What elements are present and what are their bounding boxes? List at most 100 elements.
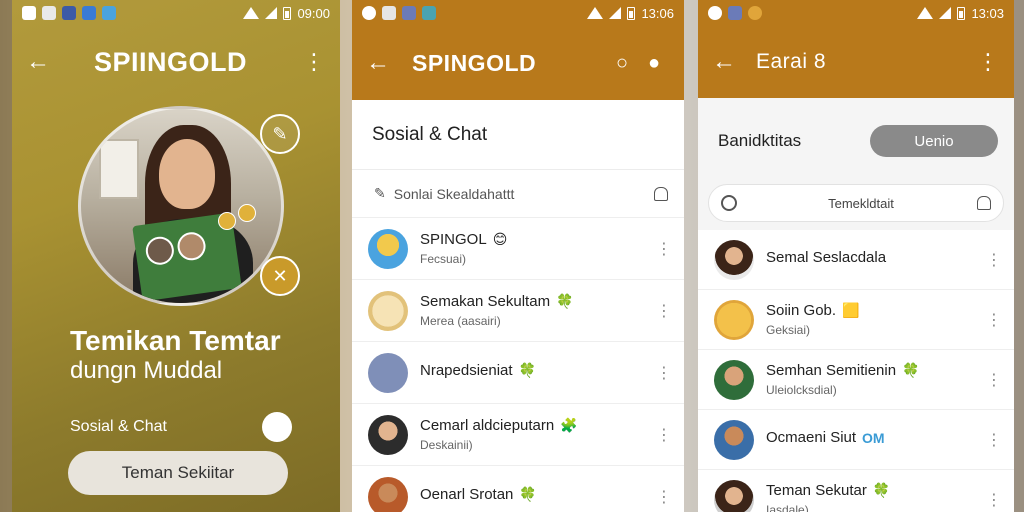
notification-icon bbox=[728, 6, 742, 20]
status-bar: 13:03 bbox=[698, 0, 1014, 26]
bell-icon[interactable] bbox=[654, 186, 668, 201]
search-bar[interactable]: Temekldtait bbox=[708, 184, 1004, 222]
name-text: Ocmaeni Siut bbox=[766, 429, 857, 446]
status-icons-left bbox=[708, 6, 762, 20]
headline: Temikan Temtar dungn Muddal bbox=[70, 326, 281, 386]
avatar bbox=[714, 419, 754, 460]
list-item-text: Semal Seslacdala bbox=[766, 249, 986, 270]
search-row[interactable]: ✎ Sonlai Skealdahattt bbox=[352, 170, 684, 218]
name-text: Semakan Sekultam bbox=[420, 293, 551, 310]
more-vert-icon[interactable]: ⋮ bbox=[986, 310, 1002, 330]
list-item-sub: Deskainii) bbox=[420, 438, 473, 452]
list-item-name: Oenarl Srotan 🍀 bbox=[420, 486, 656, 503]
name-text: Cemarl aldcieputarn bbox=[420, 417, 555, 434]
chat-list: SPINGOL 😊 Fecsuai) ⋮ Semakan Sekultam 🍀 Me… bbox=[352, 218, 684, 512]
social-chat-toggle[interactable] bbox=[262, 412, 292, 442]
more-vert-icon[interactable]: ⋮ bbox=[656, 239, 672, 259]
more-vert-icon[interactable]: ⋮ bbox=[986, 430, 1002, 450]
emoji-badge: 🍀 bbox=[518, 362, 536, 378]
back-arrow-icon[interactable]: ← bbox=[26, 48, 62, 76]
more-vert-icon[interactable]: ⋮ bbox=[656, 301, 672, 321]
section-title: Sosial & Chat bbox=[352, 100, 684, 170]
back-arrow-icon[interactable]: ← bbox=[366, 49, 402, 77]
list-item[interactable]: Cemarl aldcieputarn 🧩 Deskainii) ⋮ bbox=[352, 404, 684, 466]
list-item-name: Nrapedsieniat 🍀 bbox=[420, 362, 656, 379]
emoji-badge: 😊 bbox=[492, 231, 508, 247]
more-vert-icon[interactable]: ⋮ bbox=[656, 487, 672, 507]
app-bar: ← SPINGOLD ○ ● bbox=[352, 26, 684, 100]
filter-label: Banidktitas bbox=[718, 131, 802, 150]
avatar bbox=[368, 290, 408, 331]
more-vert-icon[interactable]: ⋮ bbox=[656, 363, 672, 383]
profile-icon[interactable]: ● bbox=[638, 52, 670, 75]
list-item[interactable]: Soiin Gob. 🟨 Geksiai) ⋮ bbox=[698, 290, 1014, 350]
more-vert-icon[interactable]: ⋮ bbox=[986, 250, 1002, 270]
list-item-text: Semhan Semitienin 🍀 Uleiolcksdial) bbox=[766, 362, 986, 397]
notification-icon bbox=[362, 6, 376, 20]
back-arrow-icon[interactable]: ← bbox=[712, 48, 748, 76]
list-item-name: Semhan Semitienin 🍀 bbox=[766, 362, 986, 379]
wifi-icon bbox=[243, 7, 260, 19]
avatar bbox=[714, 299, 754, 340]
emoji-badge: 🍀 bbox=[902, 362, 920, 378]
filter-button[interactable]: Uenio bbox=[870, 125, 998, 157]
list-item[interactable]: Nrapedsieniat 🍀 ⋮ bbox=[352, 342, 684, 404]
avatar bbox=[714, 239, 754, 280]
wifi-icon bbox=[917, 7, 934, 19]
list-item[interactable]: SPINGOL 😊 Fecsuai) ⋮ bbox=[352, 218, 684, 280]
list-item-text: Oenarl Srotan 🍀 bbox=[420, 486, 656, 507]
signal-icon bbox=[265, 7, 278, 19]
app-title: Earai 8 bbox=[756, 50, 827, 73]
status-time: 13:03 bbox=[971, 5, 1004, 21]
list-item[interactable]: Semakan Sekultam 🍀 Merea (aasairi) ⋮ bbox=[352, 280, 684, 342]
edit-icon[interactable]: ✎ bbox=[260, 114, 300, 154]
hanger-icon[interactable]: ✕ bbox=[260, 256, 300, 296]
wifi-icon bbox=[587, 7, 604, 19]
list-item[interactable]: Ocmaeni Siut OM ⋮ bbox=[698, 410, 1014, 470]
status-time: 09:00 bbox=[297, 5, 330, 21]
list-item[interactable]: Semhan Semitienin 🍀 Uleiolcksdial) ⋮ bbox=[698, 350, 1014, 410]
emoji-badge: 🟨 bbox=[842, 302, 860, 318]
avatar bbox=[714, 479, 754, 512]
list-item-sub: Fecsuai) bbox=[420, 252, 467, 266]
more-vert-icon[interactable]: ⋮ bbox=[656, 425, 672, 445]
search-text: Temekldtait bbox=[828, 195, 894, 211]
list-item-name: Ocmaeni Siut OM bbox=[766, 429, 986, 446]
toggle-label: Sosial & Chat bbox=[70, 418, 167, 435]
name-text: Teman Sekutar bbox=[766, 482, 867, 499]
more-vert-icon[interactable]: ⋮ bbox=[302, 49, 326, 75]
more-vert-icon[interactable]: ⋮ bbox=[986, 490, 1002, 510]
list-item-name: Cemarl aldcieputarn 🧩 bbox=[420, 417, 656, 434]
status-icons-right: 13:06 bbox=[587, 6, 674, 21]
phone-onboarding: 09:00 ← SPIINGOLD ⋮ ✎ ✕ Temikan Temtar d… bbox=[12, 0, 340, 512]
person-face bbox=[159, 139, 215, 209]
notification-icon bbox=[422, 6, 436, 20]
notification-icon bbox=[382, 6, 396, 20]
list-item-sub: Uleiolcksdial) bbox=[766, 383, 837, 397]
list-item-sub: Merea (aasairi) bbox=[420, 314, 501, 328]
headline-line2: dungn Muddal bbox=[70, 357, 223, 384]
battery-icon bbox=[627, 6, 636, 20]
avatar bbox=[368, 228, 408, 269]
list-item-name: Soiin Gob. 🟨 bbox=[766, 302, 986, 319]
search-icon[interactable]: ○ bbox=[606, 52, 638, 75]
nearby-friends-button[interactable]: Teman Sekiitar bbox=[68, 451, 288, 495]
status-bar: 09:00 bbox=[12, 0, 340, 26]
notification-icon bbox=[402, 6, 416, 20]
list-item-text: Soiin Gob. 🟨 Geksiai) bbox=[766, 302, 986, 337]
more-vert-icon[interactable]: ⋮ bbox=[986, 370, 1002, 390]
list-item[interactable]: Oenarl Srotan 🍀 ⋮ bbox=[352, 466, 684, 512]
list-item-sub: Iasdale) bbox=[766, 503, 809, 512]
bell-icon[interactable] bbox=[977, 196, 991, 210]
list-item[interactable]: Semal Seslacdala ⋮ bbox=[698, 230, 1014, 290]
search-icon bbox=[721, 195, 737, 211]
notification-icon bbox=[102, 6, 116, 20]
list-item-text: Nrapedsieniat 🍀 bbox=[420, 362, 656, 383]
list-item-text: Teman Sekutar 🍀 Iasdale) bbox=[766, 482, 986, 512]
list-item-text: Ocmaeni Siut OM bbox=[766, 429, 986, 450]
more-vert-icon[interactable]: ⋮ bbox=[976, 49, 1000, 75]
list-item-name: Teman Sekutar 🍀 bbox=[766, 482, 986, 499]
app-title: SPINGOLD bbox=[412, 49, 537, 76]
list-item[interactable]: Teman Sekutar 🍀 Iasdale) ⋮ bbox=[698, 470, 1014, 512]
list-item-text: SPINGOL 😊 Fecsuai) bbox=[420, 231, 656, 266]
